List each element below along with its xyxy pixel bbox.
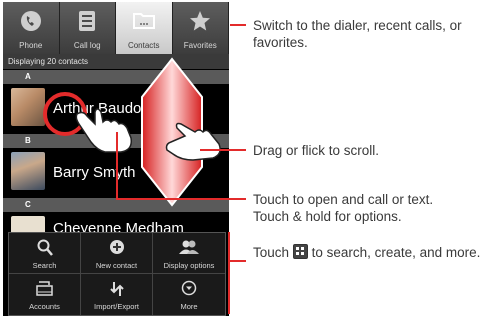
callout-menu: Touch to search, create, and more.: [253, 244, 481, 261]
menu-item-display-options[interactable]: Display options: [153, 233, 225, 274]
menu-item-more[interactable]: More: [153, 274, 225, 315]
callout-line: [230, 260, 246, 262]
menu-item-label: Import/Export: [93, 302, 139, 311]
plus-icon: [109, 239, 125, 260]
callout-touch-line2: Touch & hold for options.: [253, 209, 402, 224]
callout-switch-tabs: Switch to the dialer, recent calls, or f…: [253, 18, 462, 50]
tab-call-log[interactable]: Call log: [59, 2, 116, 54]
menu-item-accounts[interactable]: Accounts: [9, 274, 81, 315]
avatar: [11, 152, 45, 190]
people-icon: [178, 239, 200, 260]
menu-item-label: Accounts: [29, 302, 60, 311]
callout-menu-pre: Touch: [253, 245, 290, 260]
tab-bar: Phone Call log Contacts Favorites: [3, 2, 229, 54]
accounts-icon: [35, 280, 55, 301]
tab-label: Call log: [73, 41, 101, 50]
more-icon: [181, 280, 197, 301]
phone-icon: [20, 10, 42, 37]
tab-favorites[interactable]: Favorites: [172, 2, 229, 54]
contact-name: Barry Smyth: [53, 164, 136, 181]
tab-phone[interactable]: Phone: [3, 2, 60, 54]
menu-item-search[interactable]: Search: [9, 233, 81, 274]
menu-item-new-contact[interactable]: New contact: [81, 233, 153, 274]
menu-item-label: New contact: [95, 261, 138, 270]
tab-label: Favorites: [183, 41, 217, 50]
magnifier-icon: [37, 239, 53, 262]
options-menu: Search New contact Display options Accou…: [8, 232, 226, 316]
avatar: [11, 88, 45, 126]
callout-line: [200, 149, 246, 151]
star-icon: [189, 10, 211, 37]
callout-menu-post: to search, create, and more.: [311, 245, 481, 260]
import-export-icon: [109, 280, 125, 303]
tab-label: Phone: [19, 41, 43, 50]
menu-item-label: More: [180, 302, 198, 311]
menu-item-import-export[interactable]: Import/Export: [81, 274, 153, 315]
call-log-icon: [78, 10, 96, 37]
menu-key-icon: [292, 244, 308, 259]
hand-swipe-icon: [165, 122, 221, 161]
tab-label: Contacts: [127, 41, 160, 50]
callout-touch-line1: Touch to open and call or text.: [253, 192, 434, 207]
callout-touch: Touch to open and call or text. Touch & …: [253, 191, 481, 225]
callout-line: [116, 132, 118, 200]
callout-scroll: Drag or flick to scroll.: [253, 143, 380, 158]
menu-item-label: Search: [32, 261, 57, 270]
callout-line: [116, 198, 246, 200]
callout-line: [230, 24, 246, 26]
callout-line: [228, 232, 230, 314]
tab-contacts[interactable]: Contacts: [116, 2, 173, 54]
contacts-folder-icon: [132, 10, 156, 35]
menu-item-label: Display options: [163, 261, 215, 270]
hand-pointer-icon: [75, 108, 133, 153]
